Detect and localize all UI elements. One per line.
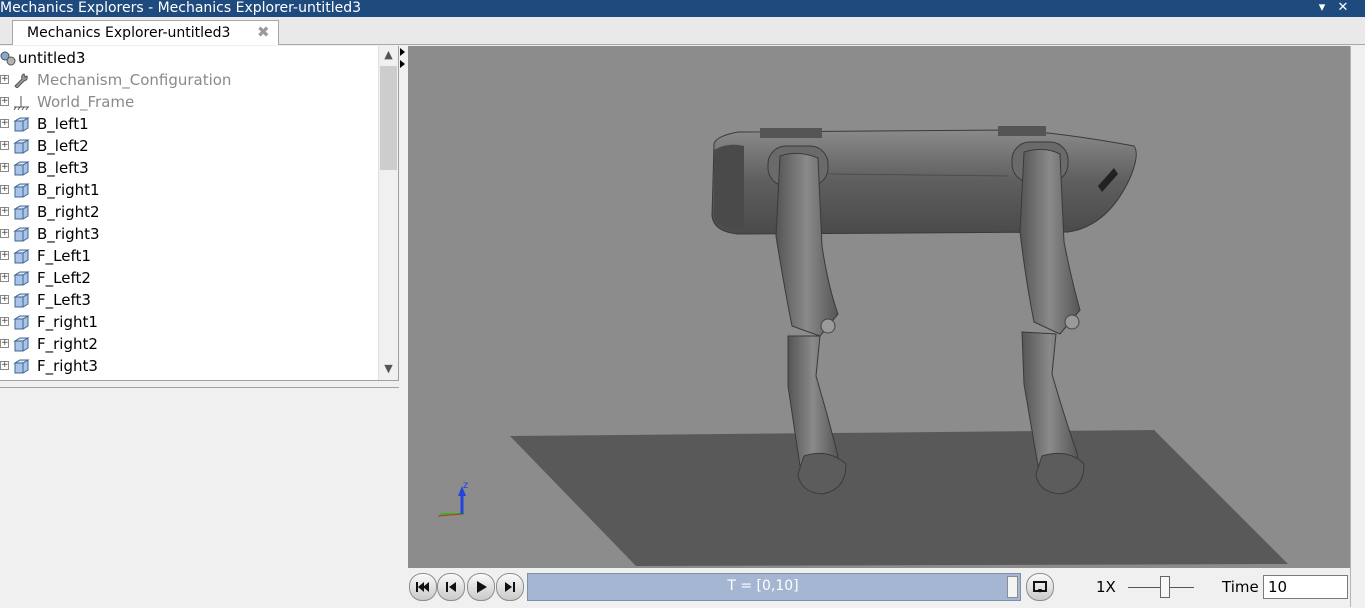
window-title-bar: Mechanics Explorers - Mechanics Explorer…	[0, 0, 1365, 17]
tree-item-label: F_right1	[37, 313, 98, 331]
solid-body-icon	[13, 117, 30, 132]
time-input[interactable]	[1263, 575, 1348, 599]
solid-body-icon	[13, 205, 30, 220]
tree-item[interactable]: + B_right1	[0, 179, 378, 201]
tree-item-label: B_right1	[37, 181, 100, 199]
expand-icon[interactable]: +	[0, 251, 9, 260]
play-button[interactable]	[467, 573, 495, 601]
tree-item[interactable]: + F_Left3	[0, 289, 378, 311]
tree-item-label: B_right2	[37, 203, 100, 221]
tree-item-label: F_Left3	[37, 291, 91, 309]
solid-body-icon	[13, 337, 30, 352]
expand-icon[interactable]: +	[0, 361, 9, 370]
tree-item-label: B_left2	[37, 137, 89, 155]
properties-pane	[0, 387, 399, 608]
3d-viewport[interactable]: z	[408, 46, 1350, 568]
expand-icon[interactable]: +	[0, 185, 9, 194]
tree-item-label: B_right3	[37, 225, 100, 243]
tree-item[interactable]: + F_right1	[0, 311, 378, 333]
time-label: Time	[1222, 578, 1259, 596]
solid-body-icon	[13, 249, 30, 264]
expand-icon[interactable]: +	[0, 317, 9, 326]
pane-splitter[interactable]	[399, 46, 407, 607]
window-title: Mechanics Explorers - Mechanics Explorer…	[0, 0, 361, 16]
play-icon	[477, 581, 487, 593]
solid-body-icon	[13, 139, 30, 154]
expand-icon[interactable]: +	[0, 295, 9, 304]
timeline-knob[interactable]	[1007, 576, 1018, 598]
model-icon	[0, 51, 16, 66]
solid-body-icon	[13, 271, 30, 286]
tab-mechanics-explorer[interactable]: Mechanics Explorer-untitled3 ✖	[12, 20, 279, 45]
ground-plane	[510, 430, 1288, 566]
tree-item-label: World_Frame	[37, 93, 135, 111]
tree-item[interactable]: + World_Frame	[0, 91, 378, 113]
tree-item-label: F_Left1	[37, 247, 91, 265]
scroll-up-icon[interactable]: ▲	[379, 46, 398, 64]
tree-item[interactable]: + F_right2	[0, 333, 378, 355]
solid-body-icon	[13, 359, 30, 374]
tree-root-node[interactable]: untitled3	[0, 47, 378, 69]
tree-item[interactable]: + F_right3	[0, 355, 378, 377]
tree-item-label: F_Left2	[37, 269, 91, 287]
loop-button[interactable]	[1026, 573, 1054, 601]
solid-body-icon	[13, 161, 30, 176]
tab-label: Mechanics Explorer-untitled3	[27, 25, 231, 41]
axis-triad	[437, 486, 466, 517]
skip-to-start-button[interactable]	[409, 573, 437, 601]
step-forward-icon	[505, 582, 515, 592]
scrollbar-thumb[interactable]	[380, 66, 397, 170]
window-menu-icon[interactable]: ▾	[1314, 0, 1330, 16]
wrench-icon	[14, 73, 28, 88]
world-frame-icon	[13, 96, 29, 110]
expand-icon[interactable]: +	[0, 119, 9, 128]
tree-scrollbar[interactable]: ▲ ▼	[378, 46, 398, 380]
window-close-icon[interactable]: ✕	[1335, 0, 1351, 16]
speed-label: 1X	[1096, 578, 1116, 596]
expand-icon[interactable]: +	[0, 75, 9, 84]
speed-slider-thumb[interactable]	[1160, 576, 1170, 598]
model-tree: untitled3 + Mechanism_Configuration + World…	[0, 46, 399, 381]
tree-item[interactable]: + B_right3	[0, 223, 378, 245]
tree-item-label: F_right3	[37, 357, 98, 375]
expand-icon[interactable]: +	[0, 97, 9, 106]
tree-item[interactable]: + B_left3	[0, 157, 378, 179]
step-back-button[interactable]	[437, 573, 465, 601]
expand-icon[interactable]: +	[0, 141, 9, 150]
expand-icon[interactable]: +	[0, 229, 9, 238]
tree-item[interactable]: + F_Left1	[0, 245, 378, 267]
solid-body-icon	[13, 293, 30, 308]
scroll-down-icon[interactable]: ▼	[379, 360, 398, 378]
tree-item[interactable]: + B_right2	[0, 201, 378, 223]
tree-item-label: F_right2	[37, 335, 98, 353]
playback-bar: T = [0,10] 1X Time	[408, 570, 1350, 607]
tree-item[interactable]: + F_Left2	[0, 267, 378, 289]
solid-body-icon	[13, 227, 30, 242]
solid-body-icon	[13, 315, 30, 330]
axis-z-label: z	[463, 480, 468, 491]
collapse-arrow-icon[interactable]	[399, 46, 407, 76]
tree-item[interactable]: + B_left2	[0, 135, 378, 157]
right-edge-strip	[1350, 46, 1365, 607]
tree-item-label: B_left3	[37, 159, 89, 177]
tree-root-label: untitled3	[18, 49, 86, 67]
skip-to-start-icon	[416, 582, 429, 592]
tree-item-label: B_left1	[37, 115, 89, 133]
tree-item[interactable]: + B_left1	[0, 113, 378, 135]
tab-close-icon[interactable]: ✖	[257, 21, 270, 43]
solid-body-icon	[13, 183, 30, 198]
tree-item[interactable]: + Mechanism_Configuration	[0, 69, 378, 91]
tree-item-label: Mechanism_Configuration	[37, 71, 232, 89]
tab-strip: Mechanics Explorer-untitled3 ✖	[0, 17, 1365, 45]
expand-icon[interactable]: +	[0, 207, 9, 216]
expand-icon[interactable]: +	[0, 339, 9, 348]
timeline-label: T = [0,10]	[727, 578, 799, 594]
scene: z	[437, 126, 1288, 566]
expand-icon[interactable]: +	[0, 273, 9, 282]
step-forward-button[interactable]	[496, 573, 524, 601]
expand-icon[interactable]: +	[0, 163, 9, 172]
timeline-slider[interactable]: T = [0,10]	[527, 573, 1021, 601]
step-back-icon	[446, 582, 456, 592]
loop-icon	[1033, 581, 1047, 593]
